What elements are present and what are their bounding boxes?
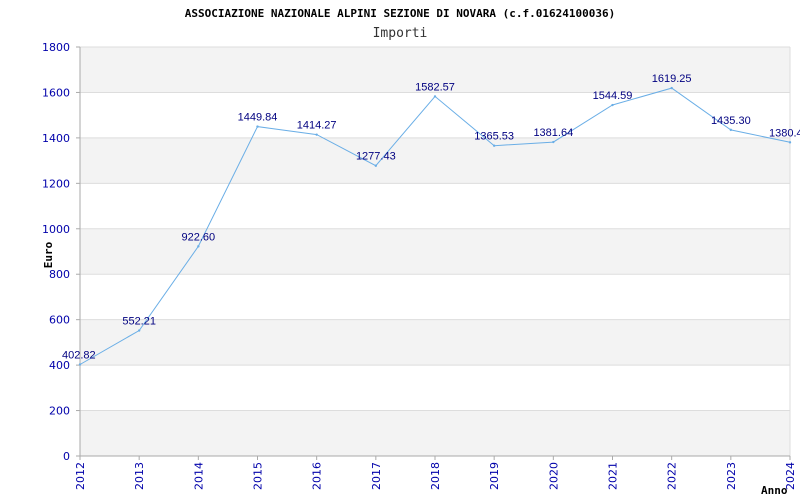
data-label: 1544.59 [593,90,633,102]
y-tick-label: 1600 [42,86,70,99]
x-tick-label: 2012 [74,462,87,490]
data-label: 1365.53 [474,131,514,143]
data-point [492,144,496,147]
y-tick-label: 1400 [42,132,70,145]
chart-title: ASSOCIAZIONE NAZIONALE ALPINI SEZIONE DI… [185,7,615,20]
data-point [788,141,792,144]
plot-band [80,365,790,411]
x-tick-label: 2024 [784,462,797,490]
x-tick-label: 2014 [192,462,205,490]
data-label: 922.60 [182,231,216,243]
data-label: 1435.30 [711,115,751,127]
data-label: 1619.25 [652,73,692,85]
plot-band [80,410,790,456]
data-label: 1449.84 [238,112,278,124]
data-point [256,125,259,128]
data-point [374,164,378,167]
plot-band [80,183,790,229]
data-point [78,363,82,366]
data-point [433,95,437,98]
y-tick-label: 0 [63,450,70,463]
data-point [315,133,318,136]
x-tick-label: 2018 [429,462,442,490]
y-tick-label: 1200 [42,177,70,190]
data-point [197,245,200,248]
line-chart: ASSOCIAZIONE NAZIONALE ALPINI SEZIONE DI… [42,7,800,497]
x-tick-label: 2019 [488,462,501,490]
data-label: 552.21 [122,316,156,328]
plot-band [80,92,790,138]
data-point [611,103,614,107]
x-tick-label: 2021 [607,462,620,490]
data-point [670,86,673,90]
x-tick-label: 2013 [133,462,146,490]
data-point [137,329,141,332]
data-label: 1414.27 [297,120,337,132]
data-label: 402.82 [62,349,96,361]
y-tick-label: 1000 [42,223,70,236]
data-label: 1381.64 [533,127,573,139]
x-tick-label: 2015 [252,462,265,490]
y-tick-label: 600 [49,314,70,327]
y-axis-label: Euro [42,241,55,268]
x-tick-label: 2023 [725,462,738,490]
y-tick-label: 800 [49,268,70,281]
x-tick-label: 2017 [370,462,383,490]
y-tick-label: 1800 [42,41,70,54]
chart-subtitle: Importi [373,26,428,41]
x-tick-label: 2016 [311,462,324,490]
data-label: 1277.43 [356,151,396,163]
y-tick-label: 200 [49,405,70,418]
x-tick-labels: 2012 2013 2014 2015 2016 2017 2018 2019 2020 2021… [74,462,797,490]
data-point [729,128,733,132]
data-label: 1582.57 [415,81,455,93]
plot-band [80,137,790,184]
x-tick-label: 2020 [547,462,560,490]
data-point [552,140,555,144]
plot-band [80,274,790,320]
x-tick-label: 2022 [666,462,679,490]
plot-band [80,319,790,366]
data-label: 1380.4 [769,127,800,139]
plot-bands [80,47,790,456]
